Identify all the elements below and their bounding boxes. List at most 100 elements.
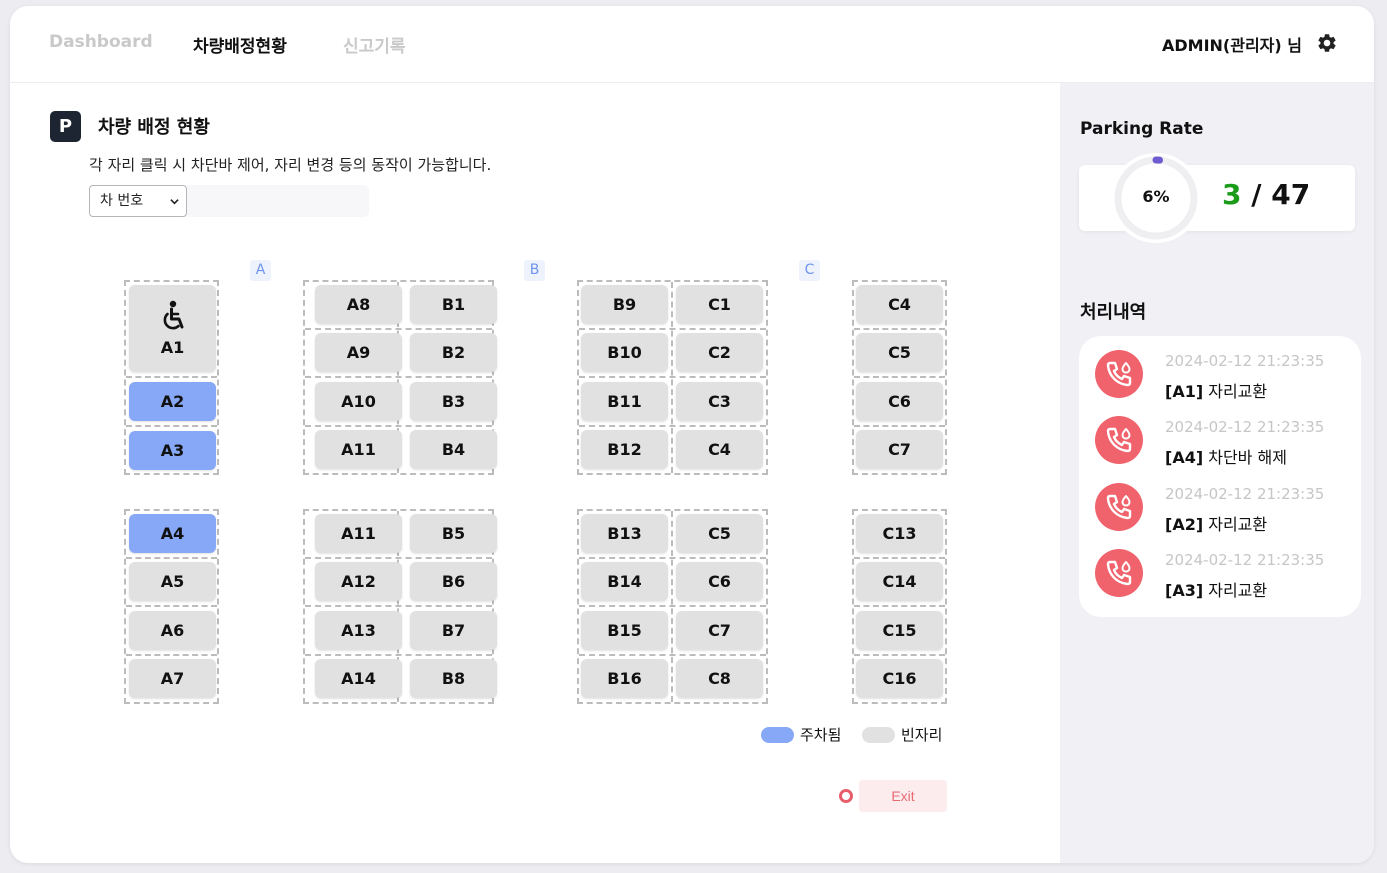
legend-label-empty: 빈자리 — [901, 726, 943, 744]
parking-spot[interactable]: B4 — [410, 430, 497, 469]
legend-empty: 빈자리 — [862, 724, 942, 744]
search-input[interactable] — [189, 185, 369, 217]
parking-spot-accessible[interactable]: A1 — [129, 285, 216, 372]
parking-spot[interactable]: C4 — [676, 430, 763, 469]
tab-vehicle-assignment[interactable]: 차량배정현황 — [193, 32, 287, 57]
parking-spot[interactable]: B13 — [581, 514, 668, 553]
chevron-down-icon — [170, 199, 179, 205]
parking-spot[interactable]: C6 — [856, 382, 943, 421]
parking-spot[interactable]: C15 — [856, 611, 943, 650]
tab-dashboard[interactable]: Dashboard — [49, 32, 153, 52]
gear-icon[interactable] — [1316, 32, 1338, 54]
history-text: [A1] 자리교환 — [1165, 378, 1267, 402]
history-action: 차단바 해제 — [1203, 448, 1287, 467]
parking-spot[interactable]: A4 — [129, 514, 216, 553]
parking-spot[interactable]: C14 — [856, 562, 943, 601]
parking-spot[interactable]: A14 — [315, 659, 402, 698]
parking-spot[interactable]: B11 — [581, 382, 668, 421]
parking-spot[interactable]: C2 — [676, 333, 763, 372]
legend-swatch-empty — [862, 727, 895, 743]
history-item[interactable]: 2024-02-12 21:23:35 [A3] 자리교환 — [1095, 548, 1357, 608]
parking-spot[interactable]: B8 — [410, 659, 497, 698]
parking-spot[interactable]: A12 — [315, 562, 402, 601]
parking-spot[interactable]: C7 — [676, 611, 763, 650]
search-bar: 차 번호 — [89, 185, 369, 217]
zone-label-c: C — [799, 260, 820, 281]
search-type-value: 차 번호 — [100, 193, 144, 209]
parking-block-a-top: A1 A2 A3 — [124, 280, 219, 475]
phone-alert-icon — [1095, 549, 1143, 597]
exit-button[interactable]: Exit — [859, 780, 947, 812]
occupied-count: 3 — [1222, 178, 1242, 211]
legend-parked: 주차됨 — [761, 724, 841, 744]
app-window: Dashboard 차량배정현황 신고기록 ADMIN(관리자) 님 P 차량 … — [10, 6, 1374, 863]
page-description: 각 자리 클릭 시 차단바 제어, 자리 변경 등의 동작이 가능합니다. — [89, 156, 492, 174]
parking-spot[interactable]: B3 — [410, 382, 497, 421]
parking-block-ab-top: A8 A9 A10 A11 B1 B2 B3 B4 — [303, 280, 497, 475]
parking-spot[interactable]: C16 — [856, 659, 943, 698]
parking-spot[interactable]: B12 — [581, 430, 668, 469]
zone-label-b: B — [524, 260, 545, 281]
parking-spot[interactable]: B9 — [581, 285, 668, 324]
phone-alert-icon — [1095, 483, 1143, 531]
parking-block-c-bottom: C13 C14 C15 C16 — [852, 509, 947, 704]
parking-spot[interactable]: C6 — [676, 562, 763, 601]
history-code: [A4] — [1165, 448, 1204, 467]
parking-spot[interactable]: C5 — [676, 514, 763, 553]
history-time: 2024-02-12 21:23:35 — [1165, 551, 1325, 569]
parking-spot[interactable]: C7 — [856, 430, 943, 469]
total-count: 47 — [1271, 178, 1311, 211]
history-time: 2024-02-12 21:23:35 — [1165, 485, 1325, 503]
parking-spot[interactable]: B5 — [410, 514, 497, 553]
history-action: 자리교환 — [1203, 581, 1268, 600]
zone-label-a: A — [250, 260, 271, 281]
parking-block-ab-bottom: A11 A12 A13 A14 B5 B6 B7 B8 — [303, 509, 497, 704]
parking-spot[interactable]: C5 — [856, 333, 943, 372]
parking-spot[interactable]: A6 — [129, 611, 216, 650]
parking-spot[interactable]: A10 — [315, 382, 402, 421]
parking-rate-percent: 6% — [1142, 187, 1170, 206]
parking-spot[interactable]: B16 — [581, 659, 668, 698]
parking-spot[interactable]: B2 — [410, 333, 497, 372]
parking-spot[interactable]: A2 — [129, 382, 216, 421]
parking-spot[interactable]: B7 — [410, 611, 497, 650]
history-time: 2024-02-12 21:23:35 — [1165, 418, 1325, 436]
parking-spot[interactable]: C3 — [676, 382, 763, 421]
parking-spot[interactable]: A7 — [129, 659, 216, 698]
parking-spot[interactable]: C1 — [676, 285, 763, 324]
parking-spot[interactable]: A11 — [315, 514, 402, 553]
parking-spot[interactable]: A5 — [129, 562, 216, 601]
phone-alert-icon — [1095, 350, 1143, 398]
parking-spot[interactable]: B10 — [581, 333, 668, 372]
parking-spot[interactable]: A8 — [315, 285, 402, 324]
tab-report-log[interactable]: 신고기록 — [343, 32, 406, 57]
parking-block-bc-top: B9 B10 B11 B12 C1 C2 C3 C4 — [577, 280, 768, 475]
search-type-select[interactable]: 차 번호 — [89, 185, 187, 217]
exit-status-icon — [839, 789, 853, 803]
user-name: ADMIN(관리자) 님 — [1161, 36, 1302, 55]
parking-spot[interactable]: B6 — [410, 562, 497, 601]
parking-spot[interactable]: A13 — [315, 611, 402, 650]
parking-badge: P — [50, 111, 81, 142]
parking-spot[interactable]: A11 — [315, 430, 402, 469]
history-code: [A1] — [1165, 382, 1204, 401]
parking-spot[interactable]: B15 — [581, 611, 668, 650]
history-item[interactable]: 2024-02-12 21:23:35 [A2] 자리교환 — [1095, 482, 1357, 542]
history-time: 2024-02-12 21:23:35 — [1165, 352, 1325, 370]
history-card: 2024-02-12 21:23:35 [A1] 자리교환 2024-02-12… — [1079, 336, 1361, 617]
parking-spot[interactable]: C13 — [856, 514, 943, 553]
history-item[interactable]: 2024-02-12 21:23:35 [A1] 자리교환 — [1095, 349, 1357, 409]
parking-spot[interactable]: B1 — [410, 285, 497, 324]
history-text: [A2] 자리교환 — [1165, 511, 1267, 535]
history-title: 처리내역 — [1080, 302, 1147, 323]
parking-rate-title: Parking Rate — [1080, 119, 1204, 139]
history-action: 자리교환 — [1203, 382, 1268, 401]
parking-spot[interactable]: C8 — [676, 659, 763, 698]
history-text: [A3] 자리교환 — [1165, 577, 1267, 601]
parking-spot[interactable]: A9 — [315, 333, 402, 372]
parking-spot[interactable]: C4 — [856, 285, 943, 324]
parking-spot[interactable]: A3 — [129, 431, 216, 470]
history-code: [A2] — [1165, 515, 1204, 534]
parking-spot[interactable]: B14 — [581, 562, 668, 601]
history-item[interactable]: 2024-02-12 21:23:35 [A4] 차단바 해제 — [1095, 415, 1357, 475]
